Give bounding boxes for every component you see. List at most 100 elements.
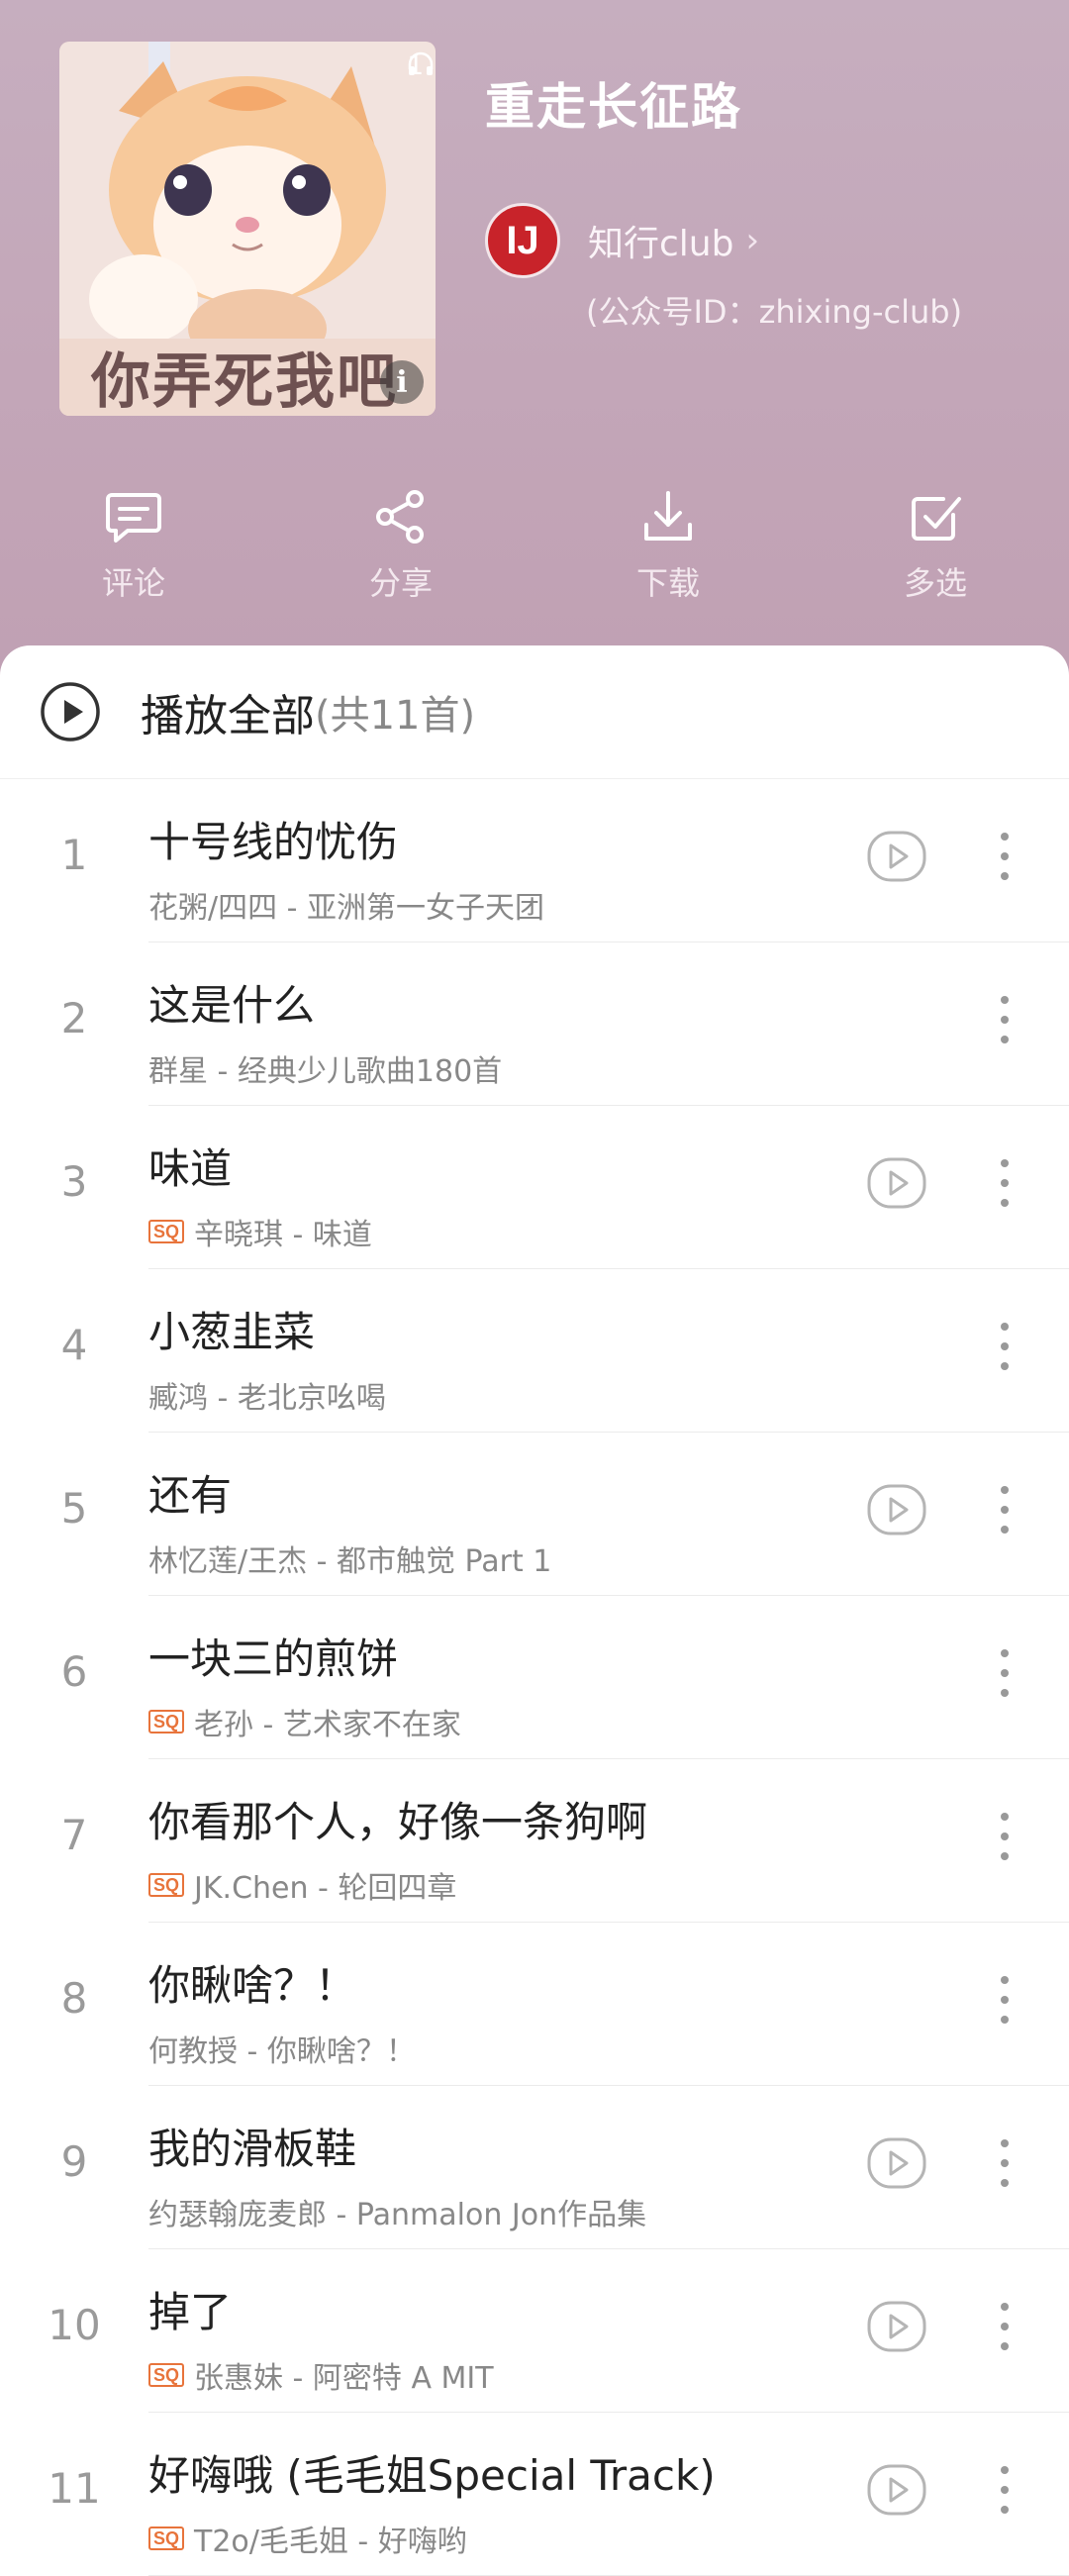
track-artist-album: 臧鸿 - 老北京吆喝 — [148, 1381, 386, 1416]
more-options-icon[interactable] — [990, 990, 1020, 1049]
multi-select-button[interactable]: 多选 — [802, 485, 1069, 604]
track-row[interactable]: 6 一块三的煎饼 SQ 老孙 - 艺术家不在家 — [0, 1596, 1069, 1759]
track-body: 小葱韭菜臧鸿 - 老北京吆喝 — [148, 1269, 1069, 1433]
track-index: 3 — [60, 1157, 88, 1206]
track-row[interactable]: 4 小葱韭菜臧鸿 - 老北京吆喝 — [0, 1269, 1069, 1433]
track-index: 1 — [60, 831, 88, 879]
creator-link[interactable]: IJ 知行club › — [485, 203, 759, 278]
sq-badge: SQ — [148, 1710, 185, 1734]
download-button[interactable]: 下载 — [534, 485, 802, 604]
track-title: 还有 — [148, 1471, 233, 1520]
mv-play-icon[interactable] — [867, 2464, 926, 2516]
multi-select-icon — [912, 497, 961, 541]
track-artist-album: 约瑟翰庞麦郎 - Panmalon Jon作品集 — [148, 2198, 647, 2232]
creator-name[interactable]: 知行club — [588, 215, 733, 266]
track-title: 我的滑板鞋 — [148, 2125, 357, 2173]
track-list: 1 十号线的忧伤 花粥/四四 - 亚洲第一女子天团 2 这是什么群星 - 经典少儿歌曲1… — [0, 779, 1069, 2576]
track-title: 小葱韭菜 — [148, 1308, 316, 1356]
track-body: 味道 SQ 辛晓琪 - 味道 — [148, 1106, 1069, 1269]
track-row[interactable]: 7 你看那个人，好像一条狗啊 SQ JK.Chen - 轮回四章 — [0, 1759, 1069, 1923]
track-index: 10 — [48, 2301, 101, 2349]
track-title: 你瞅啥？！ — [148, 1961, 357, 2010]
track-body: 好嗨哦 (毛毛姐Special Track) SQ T2o/毛毛姐 - 好嗨哟 — [148, 2413, 1069, 2576]
track-index: 9 — [60, 2137, 88, 2186]
play-all-button[interactable]: 播放全部 (共11首) — [0, 645, 1069, 779]
mv-play-icon[interactable] — [867, 2301, 926, 2352]
track-artist-album: 花粥/四四 - 亚洲第一女子天团 — [148, 891, 545, 926]
track-body: 十号线的忧伤 花粥/四四 - 亚洲第一女子天团 — [148, 779, 1069, 942]
mv-play-icon[interactable] — [867, 2137, 926, 2189]
track-title: 掉了 — [148, 2288, 233, 2336]
track-index: 4 — [60, 1321, 88, 1369]
cover-caption: 你弄死我吧 — [91, 347, 398, 416]
info-icon[interactable]: i — [380, 360, 424, 404]
track-title: 好嗨哦 (毛毛姐Special Track) — [148, 2451, 716, 2500]
track-index: 2 — [60, 994, 88, 1042]
track-artist-album: 群星 - 经典少儿歌曲180首 — [148, 1054, 503, 1089]
more-options-icon[interactable] — [990, 2460, 1020, 2520]
track-subtitle: 何教授 - 你瞅啥？！ — [148, 2027, 416, 2070]
track-row[interactable]: 8 你瞅啥？！ 何教授 - 你瞅啥？！ — [0, 1923, 1069, 2086]
track-artist-album: 张惠妹 - 阿密特 A MIT — [194, 2361, 494, 2396]
track-artist-album: 林忆莲/王杰 - 都市触觉 Part 1 — [148, 1544, 552, 1579]
play-all-label: 播放全部 — [141, 691, 315, 742]
track-artist-album: 辛晓琪 - 味道 — [194, 1218, 372, 1252]
mv-play-icon[interactable] — [867, 1157, 926, 1209]
share-icon — [376, 490, 424, 544]
track-row[interactable]: 1 十号线的忧伤 花粥/四四 - 亚洲第一女子天团 — [0, 779, 1069, 942]
track-row[interactable]: 5 还有林忆莲/王杰 - 都市触觉 Part 1 — [0, 1433, 1069, 1596]
chevron-right-icon: › — [745, 221, 760, 260]
creator-subtitle: (公众号ID：zhixing-club) — [586, 293, 963, 331]
track-subtitle: 约瑟翰庞麦郎 - Panmalon Jon作品集 — [148, 2190, 646, 2233]
share-label: 分享 — [368, 564, 433, 602]
download-icon — [644, 491, 692, 541]
more-options-icon[interactable] — [990, 1317, 1020, 1376]
more-options-icon[interactable] — [990, 1480, 1020, 1539]
track-body: 掉了 SQ 张惠妹 - 阿密特 A MIT — [148, 2249, 1069, 2413]
share-button[interactable]: 分享 — [267, 485, 534, 604]
track-row[interactable]: 2 这是什么群星 - 经典少儿歌曲180首 — [0, 942, 1069, 1106]
download-label: 下载 — [635, 564, 700, 602]
track-title: 你看那个人，好像一条狗啊 — [148, 1798, 648, 1846]
track-title: 这是什么 — [148, 981, 316, 1030]
track-subtitle: 臧鸿 - 老北京吆喝 — [148, 1373, 386, 1417]
mv-play-icon[interactable] — [867, 831, 926, 882]
comment-button[interactable]: 评论 — [0, 485, 267, 604]
track-index: 5 — [60, 1484, 88, 1533]
more-options-icon[interactable] — [990, 1807, 1020, 1866]
track-subtitle: SQ T2o/毛毛姐 - 好嗨哟 — [148, 2517, 467, 2560]
more-options-icon[interactable] — [990, 2297, 1020, 2356]
more-options-icon[interactable] — [990, 1643, 1020, 1703]
play-count: 1 — [407, 51, 434, 81]
track-title: 一块三的煎饼 — [148, 1635, 399, 1683]
creator-avatar[interactable]: IJ — [485, 203, 560, 278]
more-options-icon[interactable] — [990, 1153, 1020, 1213]
track-title: 味道 — [148, 1144, 233, 1193]
sq-badge: SQ — [148, 1220, 185, 1243]
play-all-count: (共11首) — [315, 693, 476, 739]
action-bar: 评论 分享 下载 多选 — [0, 485, 1069, 604]
mv-play-icon[interactable] — [867, 1484, 926, 1536]
track-row[interactable]: 10 掉了 SQ 张惠妹 - 阿密特 A MIT — [0, 2249, 1069, 2413]
track-row[interactable]: 9 我的滑板鞋约瑟翰庞麦郎 - Panmalon Jon作品集 — [0, 2086, 1069, 2249]
track-subtitle: SQ 辛晓琪 - 味道 — [148, 1210, 372, 1253]
track-subtitle: 花粥/四四 - 亚洲第一女子天团 — [148, 883, 544, 927]
more-options-icon[interactable] — [990, 2133, 1020, 2193]
multi-select-label: 多选 — [903, 564, 967, 602]
playlist-title: 重走长征路 — [485, 78, 742, 136]
track-row[interactable]: 11 好嗨哦 (毛毛姐Special Track) SQ T2o/毛毛姐 - 好嗨哟 — [0, 2413, 1069, 2576]
track-body: 你看那个人，好像一条狗啊 SQ JK.Chen - 轮回四章 — [148, 1759, 1069, 1923]
track-list-panel: 播放全部 (共11首) 1 十号线的忧伤 花粥/四四 - 亚洲第一女子天团 2 这是什么群… — [0, 645, 1069, 2576]
more-options-icon[interactable] — [990, 827, 1020, 886]
track-body: 一块三的煎饼 SQ 老孙 - 艺术家不在家 — [148, 1596, 1069, 1759]
playlist-cover[interactable]: 1 你弄死我吧 i — [59, 42, 436, 416]
track-index: 11 — [48, 2464, 101, 2513]
more-options-icon[interactable] — [990, 1970, 1020, 2030]
sq-badge: SQ — [148, 1873, 185, 1897]
track-artist-album: JK.Chen - 轮回四章 — [194, 1871, 457, 1906]
track-artist-album: T2o/毛毛姐 - 好嗨哟 — [194, 2525, 467, 2559]
track-artist-album: 老孙 - 艺术家不在家 — [194, 1708, 461, 1742]
track-row[interactable]: 3 味道 SQ 辛晓琪 - 味道 — [0, 1106, 1069, 1269]
track-body: 这是什么群星 - 经典少儿歌曲180首 — [148, 942, 1069, 1106]
track-body: 我的滑板鞋约瑟翰庞麦郎 - Panmalon Jon作品集 — [148, 2086, 1069, 2249]
